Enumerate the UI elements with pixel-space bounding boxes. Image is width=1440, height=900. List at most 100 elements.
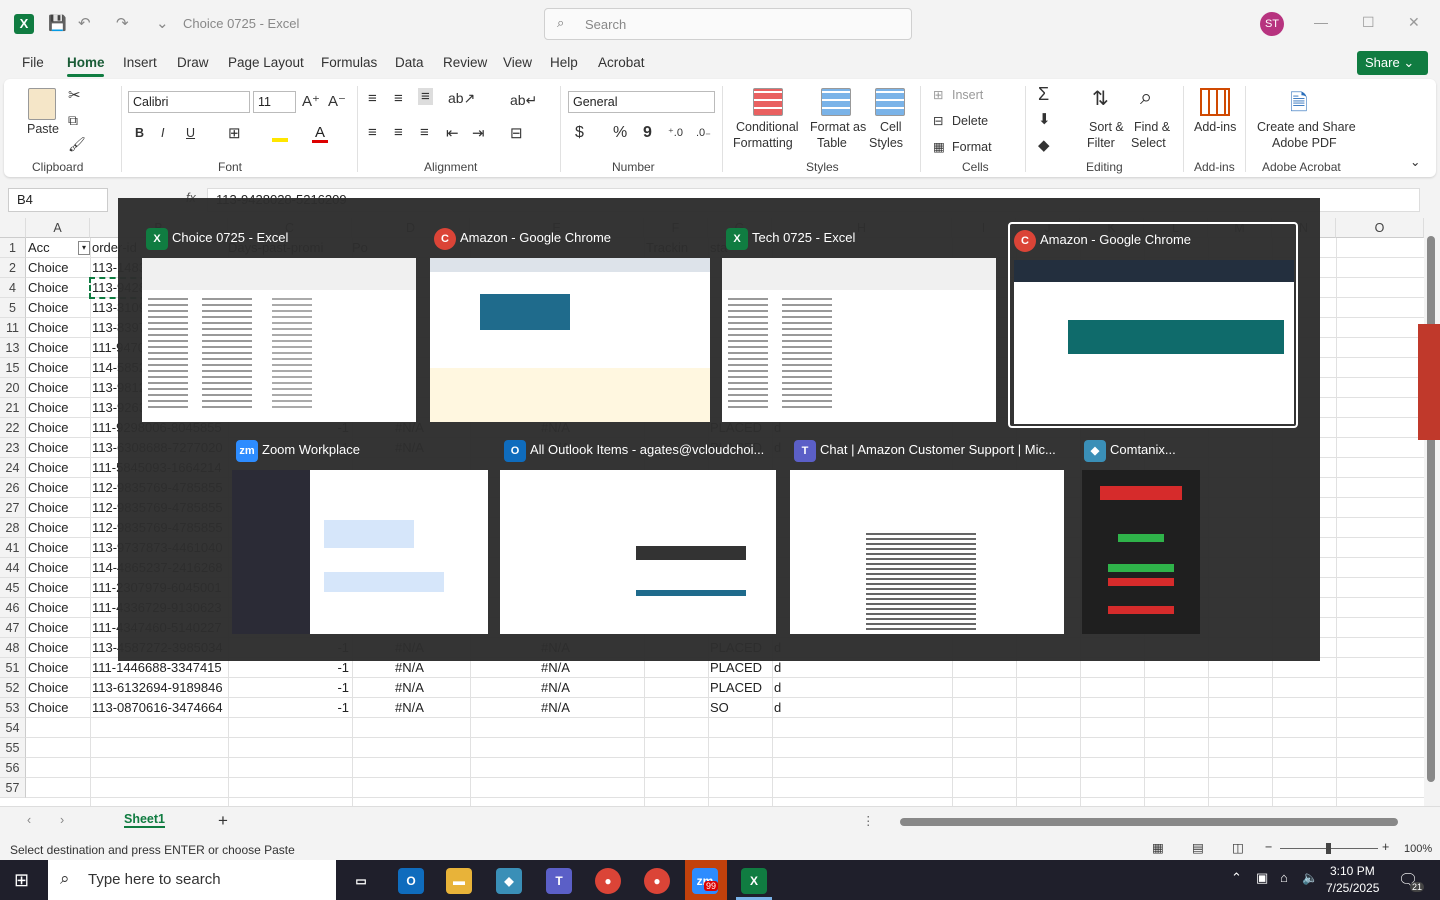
conditional-formatting-label-2[interactable]: Formatting xyxy=(733,136,793,150)
cell-a[interactable]: Choice xyxy=(28,418,89,438)
share-button[interactable]: Share ⌄ xyxy=(1357,51,1428,75)
volume-icon[interactable]: 🔈 xyxy=(1302,870,1318,886)
tab-page-layout[interactable]: Page Layout xyxy=(228,55,304,70)
tab-formulas[interactable]: Formulas xyxy=(321,55,377,70)
switcher-window-comtanix[interactable]: ◆ Comtanix... xyxy=(1080,434,1204,634)
row-header[interactable]: 21 xyxy=(0,398,26,418)
teams-taskbar-icon[interactable]: T xyxy=(546,868,572,894)
tab-view[interactable]: View xyxy=(503,55,532,70)
cell-h[interactable]: d xyxy=(774,698,951,718)
clear-icon[interactable]: ◆ xyxy=(1038,136,1050,154)
row-header[interactable]: 27 xyxy=(0,498,26,518)
conditional-formatting-label[interactable]: Conditional xyxy=(736,120,799,134)
merge-center-icon[interactable]: ⊟ xyxy=(510,124,523,142)
copy-icon[interactable]: ⧉ xyxy=(68,112,78,129)
format-cells-label[interactable]: Format xyxy=(952,140,992,154)
undo-icon[interactable]: ↶ xyxy=(78,14,91,32)
align-middle-icon[interactable]: ≡ xyxy=(394,90,403,107)
tab-insert[interactable]: Insert xyxy=(123,55,157,70)
task-view-icon[interactable]: ▭ xyxy=(348,868,374,894)
comma-button[interactable]: 9 xyxy=(643,124,652,142)
cell-a[interactable]: Choice xyxy=(28,638,89,658)
cell-a[interactable]: Choice xyxy=(28,318,89,338)
sort-filter-label[interactable]: Sort & xyxy=(1089,120,1124,134)
zoom-out-icon[interactable]: − xyxy=(1265,840,1272,854)
format-as-table-label[interactable]: Format as xyxy=(810,120,866,134)
page-layout-view-icon[interactable]: ▤ xyxy=(1192,840,1204,855)
cell-b[interactable]: 113-6132694-9189846 xyxy=(92,678,227,698)
cell-d[interactable]: #N/A xyxy=(352,658,467,678)
row-header[interactable]: 41 xyxy=(0,538,26,558)
cell-e[interactable]: #N/A xyxy=(470,658,641,678)
chrome-taskbar-icon-2[interactable]: ● xyxy=(644,868,670,894)
close-icon[interactable]: ✕ xyxy=(1408,14,1420,31)
row-header[interactable]: 5 xyxy=(0,298,26,318)
row-header[interactable]: 24 xyxy=(0,458,26,478)
cell-b[interactable]: 113-0870616-3474664 xyxy=(92,698,227,718)
format-cells-icon[interactable]: ▦ xyxy=(933,139,945,154)
outlook-taskbar-icon[interactable]: O xyxy=(398,868,424,894)
cell-a[interactable]: Choice xyxy=(28,458,89,478)
cell-c[interactable]: -1 xyxy=(228,698,349,718)
zoom-slider-handle[interactable] xyxy=(1326,843,1331,854)
shrink-font-icon[interactable]: A⁻ xyxy=(328,92,346,110)
wrap-text-icon[interactable]: ab↵ xyxy=(510,92,537,109)
tray-app-icon[interactable]: ▣ xyxy=(1256,870,1268,886)
add-sheet-icon[interactable]: + xyxy=(218,811,228,831)
tab-acrobat[interactable]: Acrobat xyxy=(598,55,645,70)
increase-decimal-icon[interactable]: ⁺.0 xyxy=(668,126,683,139)
cell-a[interactable]: Choice xyxy=(28,438,89,458)
switcher-window-excel-choice[interactable]: X Choice 0725 - Excel xyxy=(142,222,422,422)
paste-label[interactable]: Paste xyxy=(27,122,59,136)
cell-a[interactable]: Choice xyxy=(28,698,89,718)
minimize-icon[interactable]: — xyxy=(1314,14,1328,30)
tab-help[interactable]: Help xyxy=(550,55,578,70)
cell-styles-label[interactable]: Cell xyxy=(880,120,902,134)
switcher-window-teams[interactable]: T Chat | Amazon Customer Support | Mic..… xyxy=(790,434,1070,634)
column-header[interactable]: O xyxy=(1336,218,1424,238)
number-format-select[interactable]: General xyxy=(568,91,715,113)
decrease-indent-icon[interactable]: ⇤ xyxy=(446,124,459,142)
cell-a[interactable]: Choice xyxy=(28,498,89,518)
normal-view-icon[interactable]: ▦ xyxy=(1152,840,1164,855)
paste-icon[interactable] xyxy=(28,88,56,120)
filter-button-acc[interactable]: ▾ xyxy=(78,241,90,255)
avatar[interactable]: ST xyxy=(1260,12,1284,36)
row-header[interactable]: 54 xyxy=(0,718,26,738)
chrome-taskbar-icon[interactable]: ● xyxy=(595,868,621,894)
customize-qat-icon[interactable]: ⌄ xyxy=(156,14,169,32)
cell-e[interactable]: #N/A xyxy=(470,678,641,698)
next-sheet-icon[interactable]: › xyxy=(60,813,64,827)
row-header[interactable]: 13 xyxy=(0,338,26,358)
windows-start-icon[interactable]: ⊞ xyxy=(14,870,29,891)
font-color-icon[interactable]: A xyxy=(315,124,325,141)
row-header[interactable]: 44 xyxy=(0,558,26,578)
cell-a[interactable]: Choice xyxy=(28,558,89,578)
file-explorer-icon[interactable]: ▬ xyxy=(446,868,472,894)
tab-file[interactable]: File xyxy=(22,55,44,70)
row-header[interactable]: 57 xyxy=(0,778,26,798)
fill-color-icon[interactable] xyxy=(272,138,288,142)
network-icon[interactable]: ⌂ xyxy=(1280,870,1288,885)
underline-button[interactable]: U xyxy=(186,126,195,140)
row-header[interactable]: 46 xyxy=(0,598,26,618)
tab-draw[interactable]: Draw xyxy=(177,55,209,70)
cell-a[interactable]: Choice xyxy=(28,478,89,498)
find-select-icon[interactable]: ⌕ xyxy=(1140,84,1152,110)
increase-indent-icon[interactable]: ⇥ xyxy=(472,124,485,142)
orientation-icon[interactable]: ab↗ xyxy=(448,90,475,107)
bold-button[interactable]: B xyxy=(135,126,144,140)
maximize-icon[interactable]: ☐ xyxy=(1362,14,1375,31)
cell-a[interactable]: Choice xyxy=(28,578,89,598)
row-header[interactable]: 22 xyxy=(0,418,26,438)
prev-sheet-icon[interactable]: ‹ xyxy=(27,813,31,827)
find-select-label[interactable]: Find & xyxy=(1134,120,1170,134)
cell-b[interactable]: 111-1446688-3347415 xyxy=(92,658,227,678)
row-header[interactable]: 53 xyxy=(0,698,26,718)
cell-d[interactable]: #N/A xyxy=(352,678,467,698)
comtanix-taskbar-icon[interactable]: ◆ xyxy=(496,868,522,894)
cell-d[interactable]: #N/A xyxy=(352,698,467,718)
cell-a[interactable]: Choice xyxy=(28,378,89,398)
row-header[interactable]: 52 xyxy=(0,678,26,698)
switcher-window-zoom[interactable]: zm Zoom Workplace xyxy=(232,434,492,634)
